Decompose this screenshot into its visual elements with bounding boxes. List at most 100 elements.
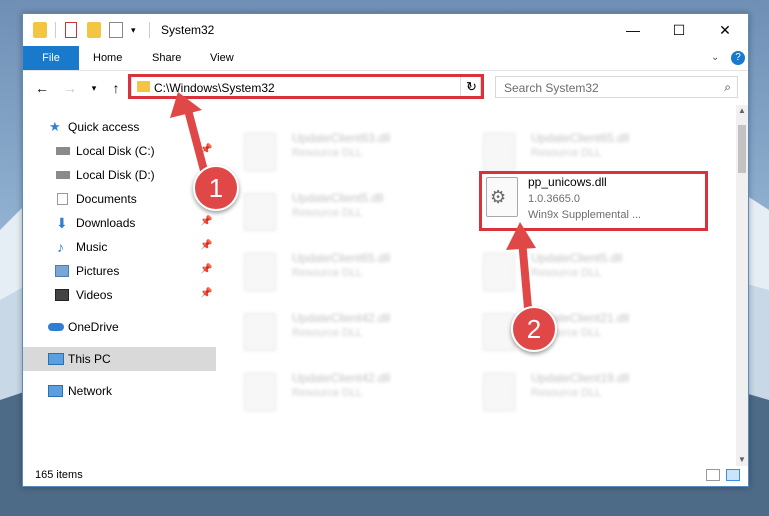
file-name: UpdateClient5.dll [531,251,623,265]
qat-dropdown-icon[interactable]: ▾ [131,22,141,38]
file-description: Resource DLL [292,267,363,279]
file-description: Resource DLL [292,387,363,399]
address-bar-highlight [128,74,484,99]
minimize-button[interactable]: — [610,14,656,46]
list-item[interactable]: UpdateClient42.dll Resource DLL [244,367,474,423]
file-name: UpdateClient42.dll [292,311,391,325]
close-button[interactable]: ✕ [702,14,748,46]
item-count: 165 items [35,469,83,481]
title-bar: ▾ System32 — ☐ ✕ [23,14,748,46]
list-item[interactable]: UpdateClient42.dll Resource DLL [244,307,474,363]
file-description: Resource DLL [292,327,363,339]
file-description: Resource DLL [531,147,602,159]
pin-icon[interactable]: 📌 [200,240,212,251]
list-item[interactable]: UpdateClient5.dll Resource DLL [483,247,713,303]
tab-file[interactable]: File [23,46,79,70]
pin-icon[interactable]: 📌 [200,144,212,155]
dll-file-icon [244,373,276,411]
sidebar-item-label: Documents [76,192,137,206]
file-name: UpdateClient63.dll [292,131,391,145]
pin-icon[interactable]: 📌 [200,288,212,299]
window-title: System32 [161,23,215,37]
dll-file-icon [483,373,515,411]
ribbon-tabs: File Home Share View ⌄ ? [23,46,748,71]
sidebar-item-label: Network [68,384,113,398]
tab-view[interactable]: View [210,46,234,70]
film-icon [55,289,69,301]
computer-icon [48,353,64,365]
list-item[interactable]: UpdateClient65.dll Resource DLL [244,247,474,303]
qat-menu-icon[interactable] [109,22,123,38]
search-icon: ⌕ [724,80,731,94]
file-name: UpdateClient42.dll [292,371,391,385]
scrollbar-thumb[interactable] [738,125,746,173]
dll-file-icon [244,253,276,291]
step-badge-1: 1 [193,165,239,211]
maximize-button[interactable]: ☐ [656,14,702,46]
dll-file-icon [244,133,276,171]
file-highlight [479,171,708,231]
sidebar-item-onedrive[interactable]: OneDrive [23,315,216,339]
file-name: UpdateClient65.dll [531,131,630,145]
forward-arrow-icon[interactable]: → [61,80,79,96]
sidebar-item-network[interactable]: Network [23,379,216,403]
sidebar-item-videos[interactable]: Videos 📌 [23,283,216,307]
download-icon: ⬇ [56,215,68,231]
sidebar-item-quick-access[interactable]: ★ Quick access [23,115,216,139]
music-icon: ♪ [57,239,64,255]
sidebar-item-documents[interactable]: Documents 📌 [23,187,216,211]
list-item[interactable]: UpdateClient63.dll Resource DLL [244,127,474,183]
dll-file-icon [483,313,515,351]
file-name: UpdateClient19.dll [531,371,630,385]
sidebar-item-label: Local Disk (C:) [76,144,155,158]
sidebar-item-local-disk-c[interactable]: Local Disk (C:) 📌 [23,139,216,163]
new-folder-icon[interactable] [87,22,101,38]
list-item[interactable]: UpdateClient19.dll Resource DLL [483,367,713,423]
pin-icon[interactable]: 📌 [200,264,212,275]
sidebar-item-this-pc[interactable]: This PC [23,347,216,371]
search-placeholder: Search System32 [504,81,599,95]
navigation-pane: ★ Quick access Local Disk (C:) 📌 Local D… [23,105,216,466]
dll-file-icon [244,193,276,231]
file-list: UpdateClient63.dll Resource DLL UpdateCl… [219,105,736,466]
sidebar-item-music[interactable]: ♪ Music 📌 [23,235,216,259]
pictures-icon [55,265,69,277]
tiles-view-icon[interactable] [726,469,740,481]
star-icon: ★ [49,119,61,134]
file-description: Resource DLL [292,207,363,219]
help-icon[interactable]: ? [731,51,745,65]
tab-share[interactable]: Share [152,46,181,70]
sidebar-item-pictures[interactable]: Pictures 📌 [23,259,216,283]
sidebar-item-local-disk-d[interactable]: Local Disk (D:) [23,163,216,187]
tab-home[interactable]: Home [93,46,122,70]
vertical-scrollbar[interactable]: ▲ ▼ [736,105,748,466]
details-view-icon[interactable] [706,469,720,481]
drive-icon [56,171,70,179]
dll-file-icon [483,133,515,171]
sidebar-item-downloads[interactable]: ⬇ Downloads 📌 [23,211,216,235]
file-name: UpdateClient65.dll [292,251,391,265]
file-description: Resource DLL [531,387,602,399]
qat-divider [55,22,56,38]
pin-icon[interactable]: 📌 [200,216,212,227]
recent-dropdown-icon[interactable]: ▾ [85,80,103,96]
file-description: Resource DLL [531,267,602,279]
dll-file-icon [244,313,276,351]
search-input[interactable]: Search System32 ⌕ [495,76,738,98]
up-arrow-icon[interactable]: ↑ [107,80,125,96]
drive-icon [56,147,70,155]
file-description: Resource DLL [292,147,363,159]
sidebar-item-label: Local Disk (D:) [76,168,155,182]
sidebar-item-label: Music [76,240,108,254]
status-bar: 165 items [23,466,748,486]
sidebar-item-label: This PC [68,352,111,366]
list-item[interactable]: UpdateClient5.dll Resource DLL [244,187,474,243]
sidebar-item-label: Pictures [76,264,120,278]
back-arrow-icon[interactable]: ← [33,80,51,96]
scroll-down-icon[interactable]: ▼ [736,454,748,466]
step-badge-2: 2 [511,306,557,352]
scroll-up-icon[interactable]: ▲ [736,105,748,117]
properties-icon[interactable] [65,22,77,38]
ribbon-expand-icon[interactable]: ⌄ [711,46,719,70]
sidebar-item-label: Videos [76,288,113,302]
